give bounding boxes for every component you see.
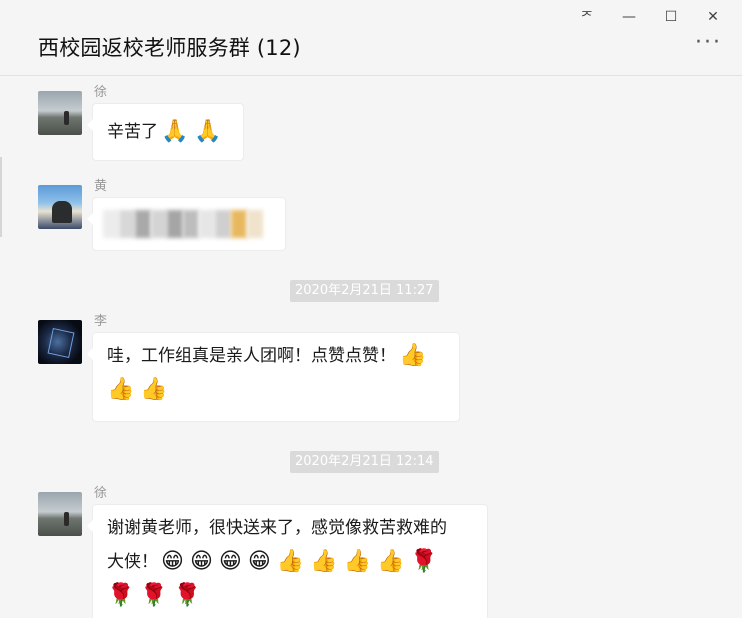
rose-icon: 🌹 xyxy=(410,549,438,574)
thumbs-up-icon: 👍 xyxy=(276,549,305,574)
close-icon[interactable]: ✕ xyxy=(692,6,734,28)
grinning-face-icon: 😁 xyxy=(161,549,184,574)
chat-history[interactable]: 徐全华 辛苦了🙏🙏 黄照温 2020年2月21日 11:27 xyxy=(0,77,742,618)
thumbs-up-icon: 👍 xyxy=(107,377,135,402)
scrollbar[interactable] xyxy=(0,157,2,237)
grinning-face-icon: 😁 xyxy=(189,549,213,574)
rose-icon: 🌹 xyxy=(173,583,202,608)
avatar[interactable] xyxy=(38,492,82,536)
pin-icon[interactable]: ᅎ xyxy=(566,6,608,28)
thumbs-up-icon: 👍 xyxy=(376,549,405,574)
more-options-button[interactable]: ··· xyxy=(695,32,722,54)
chat-title: 西校园返校老师服务群 (12) xyxy=(38,36,301,60)
avatar[interactable] xyxy=(38,320,82,364)
folded-hands-icon: 🙏 xyxy=(161,119,189,144)
thumbs-up-icon: 👍 xyxy=(399,343,427,368)
maximize-icon[interactable]: ☐ xyxy=(650,6,692,28)
rose-icon: 🌹 xyxy=(107,583,135,608)
blurred-content xyxy=(103,210,263,238)
rose-icon: 🌹 xyxy=(140,583,168,608)
thumbs-up-icon: 👍 xyxy=(310,549,338,574)
minimize-icon[interactable]: — xyxy=(608,6,650,28)
avatar[interactable] xyxy=(38,91,82,135)
message-text-line2: 大侠！ xyxy=(107,552,158,572)
folded-hands-icon: 🙏 xyxy=(194,119,222,144)
window-controls: ᅎ — ☐ ✕ xyxy=(566,6,734,28)
grinning-face-icon: 😁 xyxy=(218,549,242,574)
timestamp: 2020年2月21日 12:14 xyxy=(290,451,439,473)
thumbs-up-icon: 👍 xyxy=(343,549,371,574)
timestamp: 2020年2月21日 11:27 xyxy=(290,280,439,302)
grinning-face-icon: 😁 xyxy=(247,549,271,574)
message-text: 哇，工作组真是亲人团啊！点赞点赞！ xyxy=(107,346,396,366)
message-text-line1: 谢谢黄老师，很快送来了，感觉像救苦救难的 xyxy=(107,518,447,538)
message-bubble[interactable] xyxy=(87,197,286,251)
message-text: 辛苦了 xyxy=(107,122,158,142)
message-bubble[interactable]: 哇，工作组真是亲人团啊！点赞点赞！ 👍 👍 👍 xyxy=(87,332,460,422)
thumbs-up-icon: 👍 xyxy=(140,377,168,402)
message-bubble[interactable]: 谢谢黄老师，很快送来了，感觉像救苦救难的 大侠！ 😁 😁 😁 😁 👍 👍 👍 👍 🌹 🌹 🌹 🌹 xyxy=(87,504,488,618)
avatar[interactable] xyxy=(38,185,82,229)
message-bubble[interactable]: 辛苦了 🙏 🙏 xyxy=(87,103,244,161)
